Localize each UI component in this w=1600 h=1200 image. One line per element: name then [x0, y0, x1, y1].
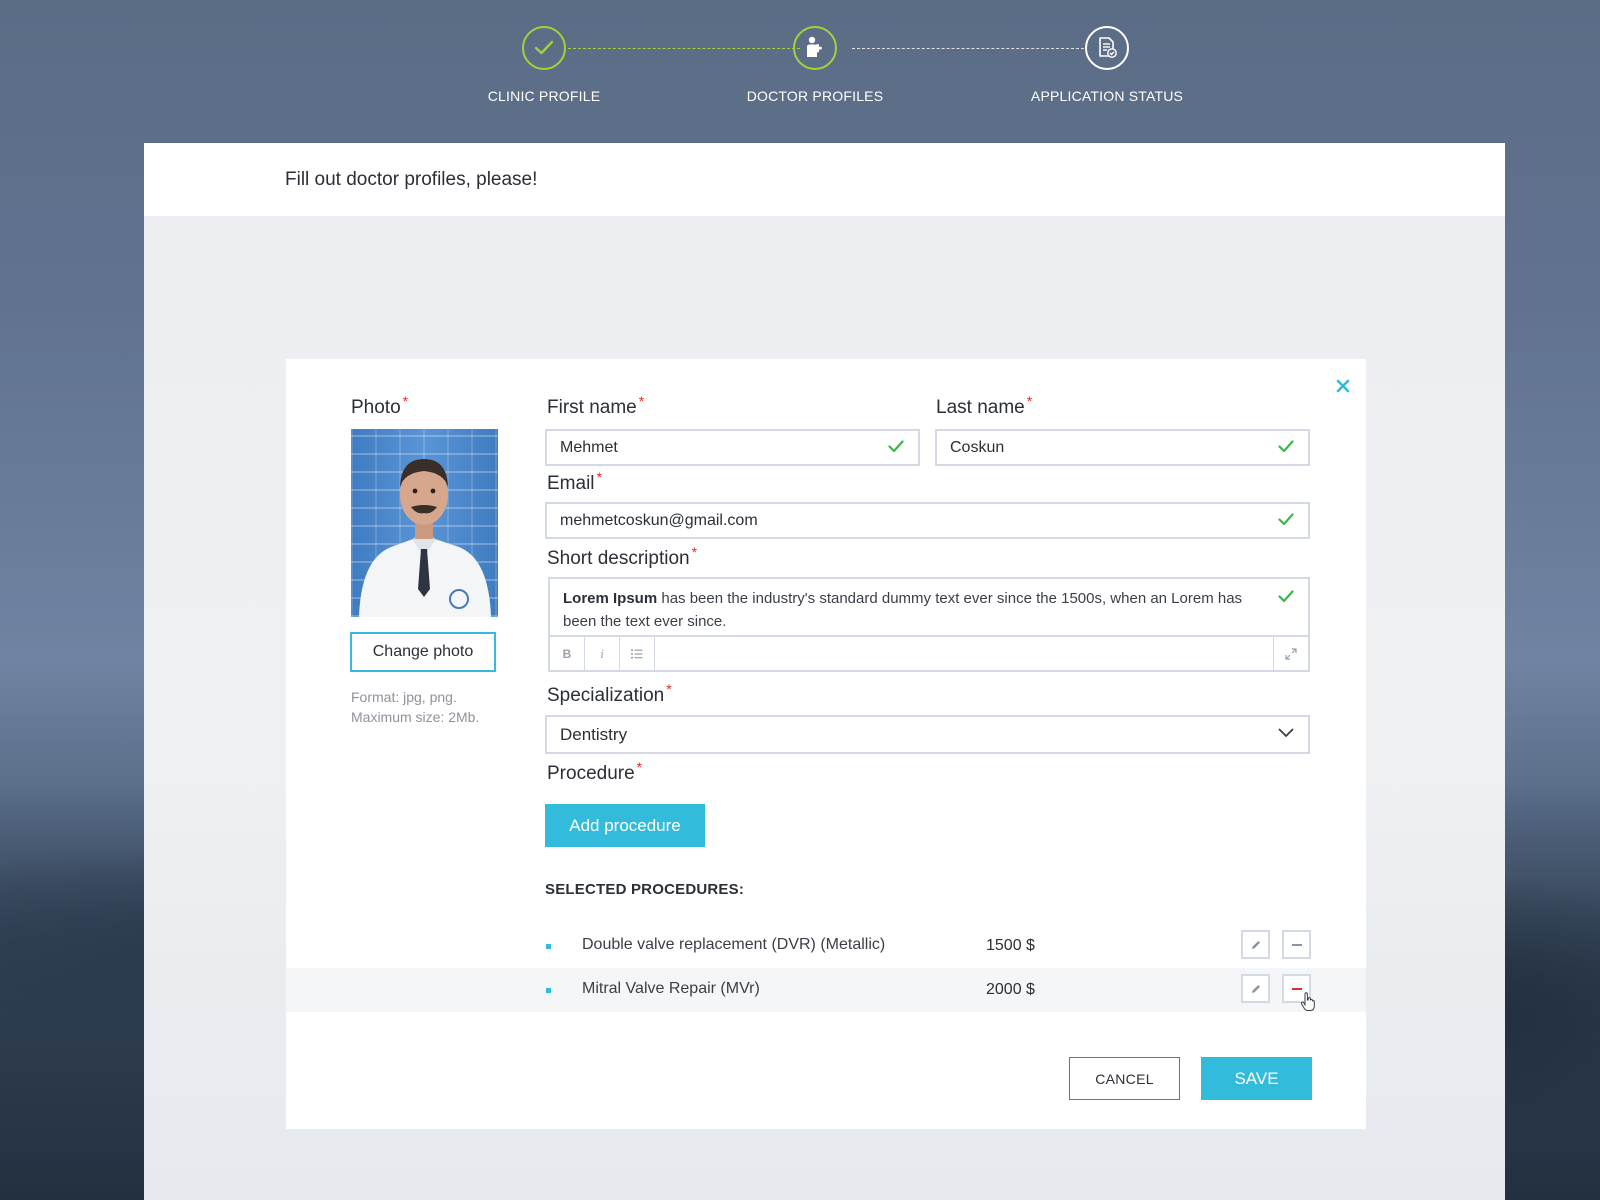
required-marker: * [691, 544, 698, 560]
save-button[interactable]: SAVE [1201, 1057, 1312, 1100]
chevron-down-icon [1278, 728, 1294, 737]
close-icon [1336, 379, 1350, 393]
doctor-icon [807, 36, 822, 57]
step-label-doctor-profiles: DOCTOR PROFILES [746, 88, 884, 104]
step-pending-circle [1085, 26, 1129, 70]
step-label-clinic-profile: CLINIC PROFILE [487, 88, 601, 104]
valid-check-icon [1278, 440, 1294, 453]
italic-button[interactable]: i [585, 637, 620, 670]
email-value: mehmetcoskun@gmail.com [560, 511, 758, 529]
page-title: Fill out doctor profiles, please! [285, 168, 538, 190]
pencil-icon [1251, 984, 1260, 993]
doctor-portrait [359, 459, 491, 617]
required-marker: * [596, 469, 602, 485]
expand-editor-button[interactable] [1273, 637, 1308, 670]
minus-icon [1291, 943, 1302, 946]
edit-procedure-button[interactable] [1241, 974, 1270, 1003]
expand-icon [1285, 647, 1297, 660]
procedure-name: Double valve replacement (DVR) (Metallic… [582, 936, 886, 953]
last-name-field[interactable]: Coskun [935, 429, 1310, 466]
cancel-button[interactable]: CANCEL [1069, 1057, 1180, 1100]
short-description-text[interactable]: Lorem Ipsum has been the industry's stan… [563, 587, 1263, 633]
panel-header: Fill out doctor profiles, please! [144, 143, 1505, 216]
check-icon [534, 40, 554, 55]
last-name-label: Last name * [936, 393, 1033, 418]
short-description-editor[interactable]: Lorem Ipsum has been the industry's stan… [548, 577, 1310, 672]
short-description-bold-lead: Lorem Ipsum [563, 590, 658, 607]
first-name-label: First name * [547, 393, 645, 418]
progress-stepper: CLINIC PROFILE DOCTOR PROFILES APPLICATI… [0, 0, 1600, 140]
minus-icon [1291, 987, 1302, 990]
short-description-label: Short description * [547, 544, 698, 569]
hand-cursor-icon [1300, 992, 1315, 1011]
list-button[interactable] [620, 637, 655, 670]
doctor-photo [351, 429, 498, 617]
required-marker: * [636, 759, 643, 775]
procedure-name: Mitral Valve Repair (MVr) [582, 980, 760, 997]
photo-label: Photo * [351, 393, 409, 418]
procedure-row: Mitral Valve Repair (MVr) 2000 $ [286, 968, 1366, 1012]
email-label: Email * [547, 469, 602, 494]
email-field[interactable]: mehmetcoskun@gmail.com [545, 502, 1310, 539]
procedure-label: Procedure * [547, 759, 643, 784]
photo-hint: Format: jpg, png. Maximum size: 2Mb. [351, 687, 479, 727]
required-marker: * [638, 393, 645, 409]
specialization-value: Dentistry [560, 724, 628, 744]
list-icon [631, 649, 643, 658]
procedure-row: Double valve replacement (DVR) (Metallic… [286, 924, 1366, 968]
bold-button[interactable]: B [550, 637, 585, 670]
list-bullet [546, 944, 551, 949]
valid-check-icon [888, 440, 904, 453]
change-photo-button[interactable]: Change photo [350, 632, 496, 672]
remove-procedure-button[interactable] [1282, 930, 1311, 959]
specialization-label: Specialization * [547, 681, 672, 706]
first-name-field[interactable]: Mehmet [545, 429, 920, 466]
step-active-circle [793, 26, 837, 70]
step-doctor-profiles[interactable]: DOCTOR PROFILES [695, 26, 935, 104]
pencil-icon [1251, 940, 1260, 949]
procedure-price: 1500 $ [986, 937, 1035, 954]
document-icon [1099, 37, 1117, 58]
step-done-circle [522, 26, 566, 70]
step-clinic-profile[interactable]: CLINIC PROFILE [424, 26, 664, 104]
valid-check-icon [1278, 590, 1294, 603]
required-marker: * [666, 681, 672, 697]
add-procedure-button[interactable]: Add procedure [545, 804, 705, 847]
selected-procedures-heading: SELECTED PROCEDURES: [545, 881, 745, 898]
editor-toolbar: B i [550, 635, 1308, 670]
first-name-value: Mehmet [560, 438, 618, 456]
required-marker: * [1026, 393, 1033, 409]
doctor-profile-modal: Photo * Change photo Format: jpg, png. Ma… [286, 359, 1366, 1129]
specialization-select[interactable]: Dentistry [545, 715, 1310, 754]
step-label-application-status: APPLICATION STATUS [1030, 88, 1184, 104]
short-description-body: has been the industry's standard dummy t… [563, 590, 1243, 630]
edit-procedure-button[interactable] [1241, 930, 1270, 959]
valid-check-icon [1278, 513, 1294, 526]
photo-format-hint: Format: jpg, png. [351, 689, 457, 705]
required-marker: * [402, 393, 409, 409]
photo-size-hint: Maximum size: 2Mb. [351, 709, 480, 725]
procedure-price: 2000 $ [986, 981, 1035, 998]
step-application-status[interactable]: APPLICATION STATUS [987, 26, 1227, 104]
close-button[interactable] [1330, 373, 1356, 399]
last-name-value: Coskun [950, 438, 1005, 456]
list-bullet [546, 988, 551, 993]
